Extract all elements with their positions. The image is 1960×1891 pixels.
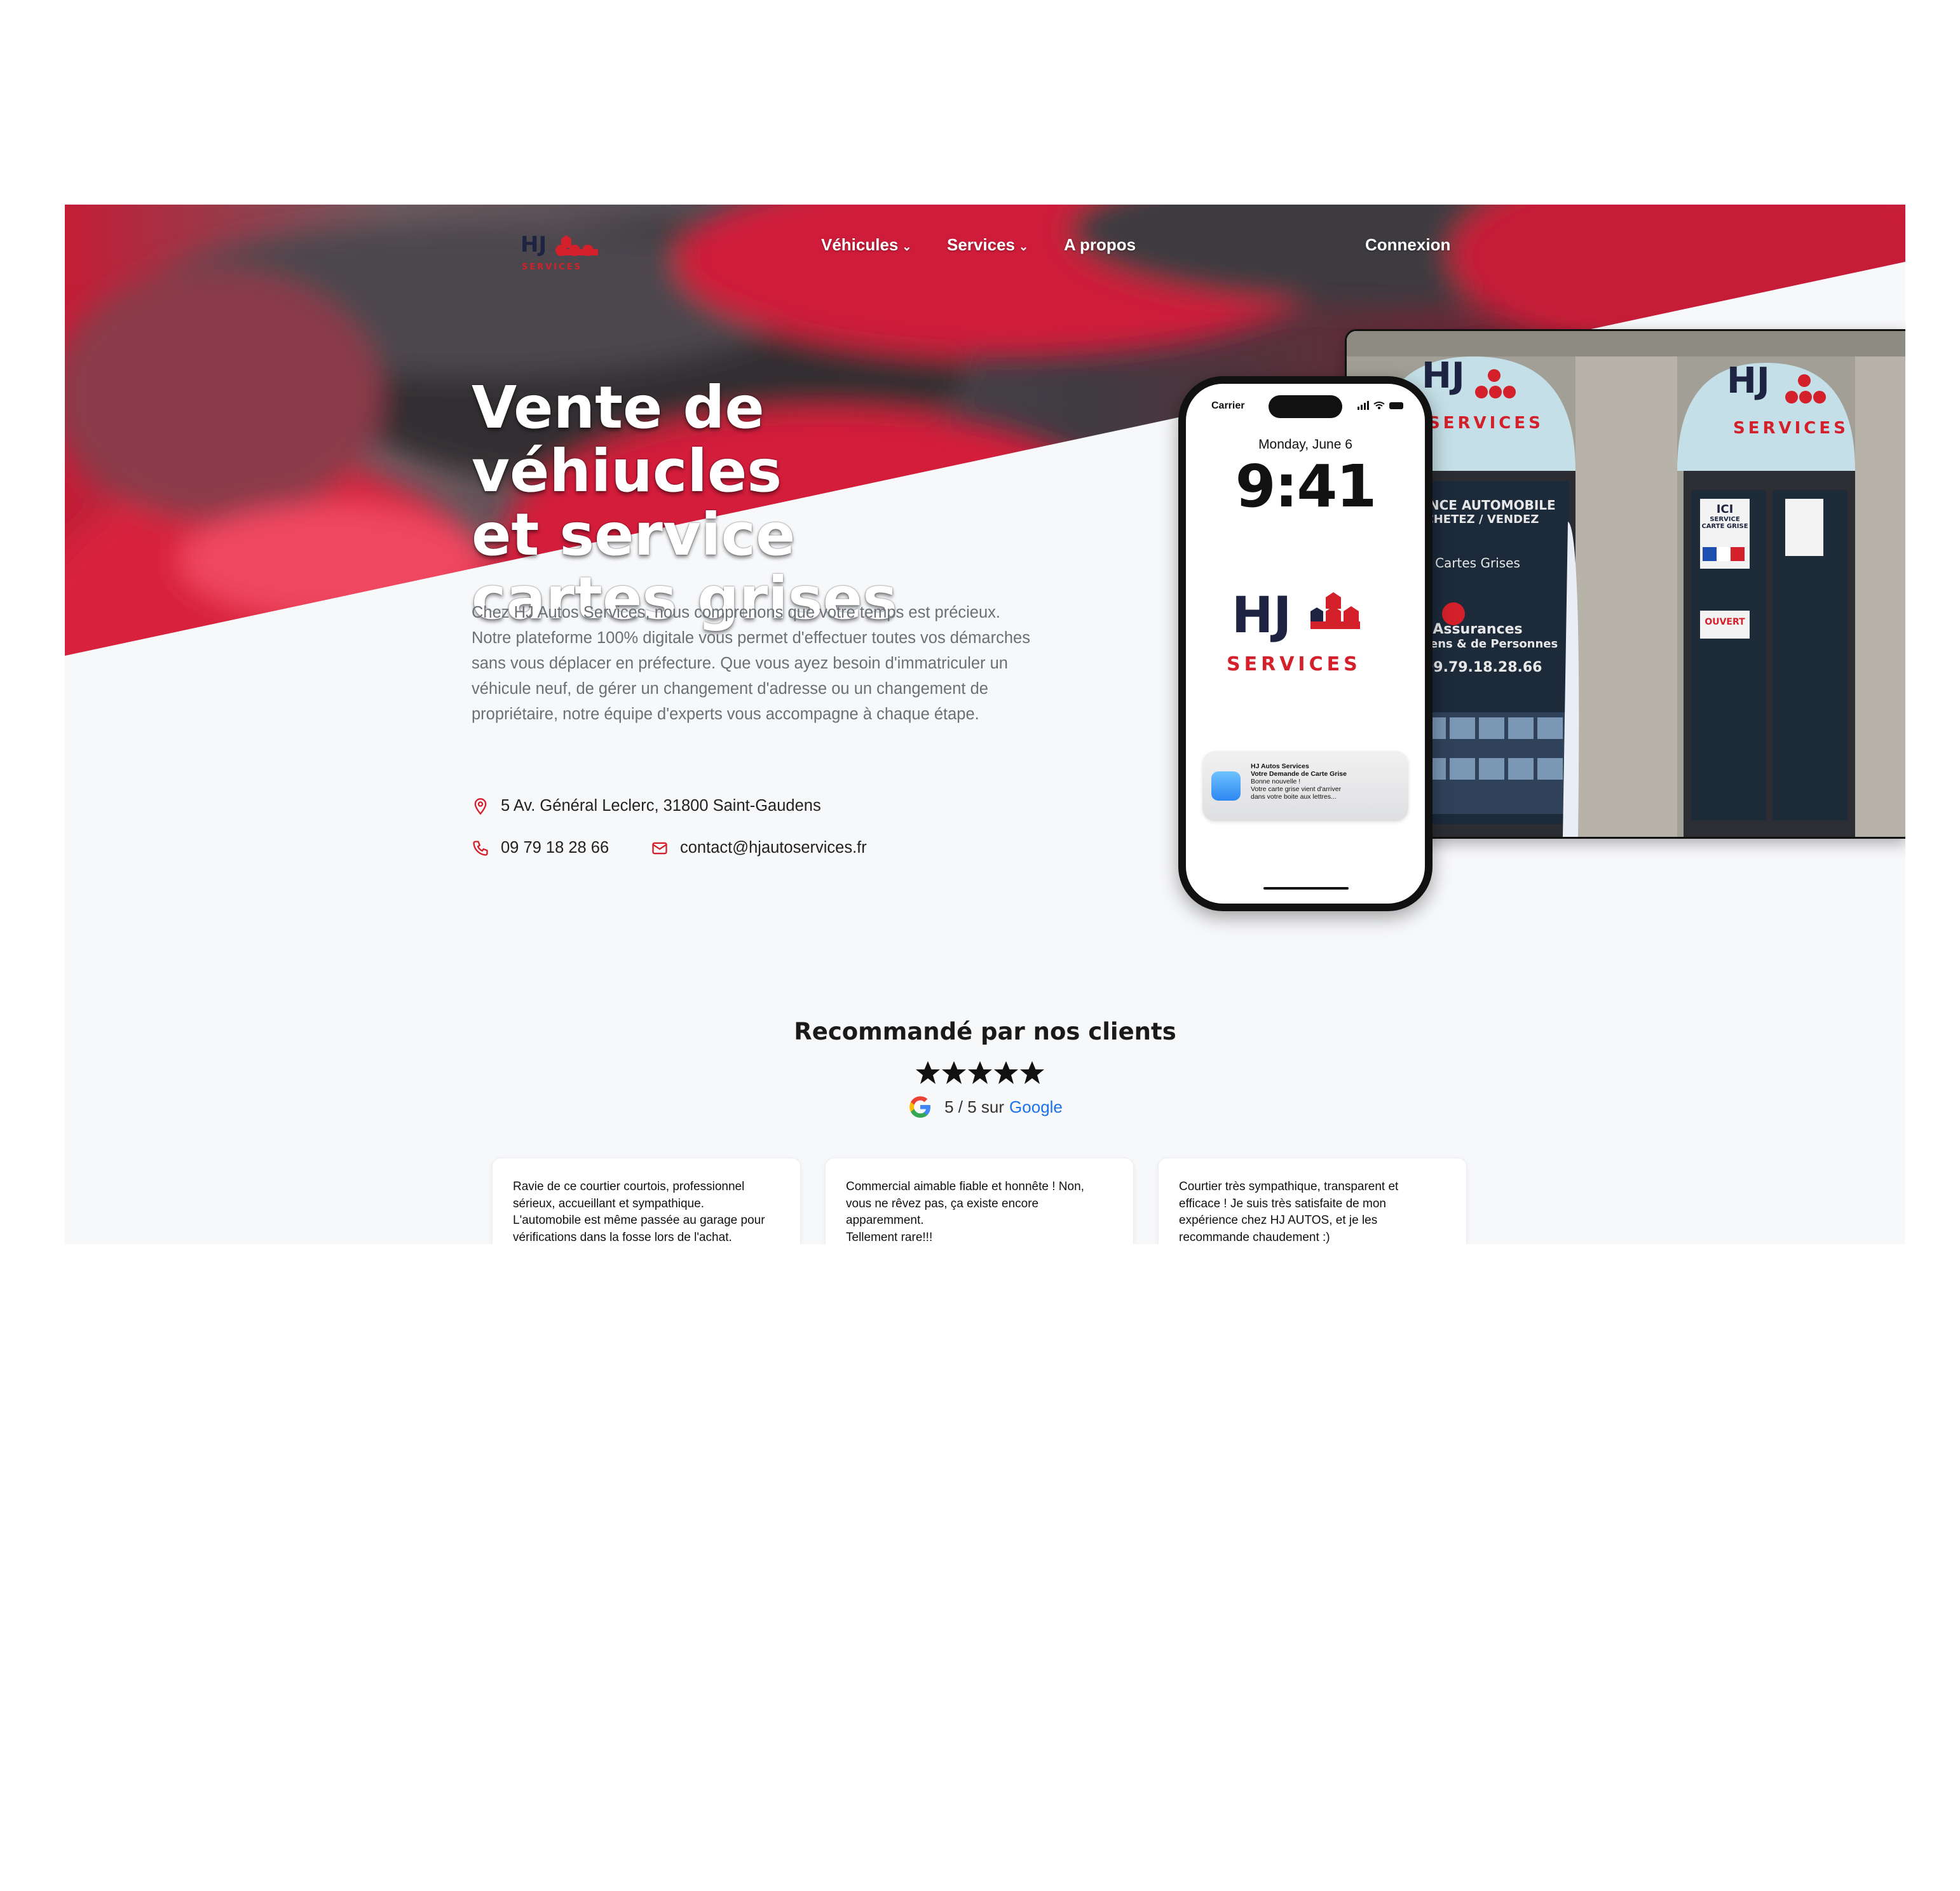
notification-line: dans votre boite aux lettres... [1251,793,1337,801]
nav-a-propos[interactable]: A propos [1064,235,1136,255]
star-icon [916,1061,940,1084]
svg-text:SERVICES: SERVICES [522,262,582,272]
review-text: Courtier très sympathique, transparent e… [1179,1180,1399,1244]
hero-title: Vente de véhiucles et service cartes gri… [472,376,1044,630]
rating-text: 5 / 5 sur [944,1097,1005,1116]
svg-text:HJ: HJ [521,232,547,257]
star-icon [994,1061,1018,1084]
google-icon [909,1096,931,1118]
lock-time: 9:41 [1235,452,1377,520]
status-bar-icons [1358,401,1403,410]
address-text: 5 Av. Général Leclerc, 31800 Saint-Gaude… [501,797,821,815]
door-line: ICI [1716,503,1734,516]
star-icons [916,1061,1044,1084]
phone-icon [473,840,488,856]
phone-text: 09 79 18 28 66 [501,839,609,857]
email-text: contact@hjautoservices.fr [680,839,867,857]
door-sign: ICI SERVICE CARTE GRISE [1700,503,1750,530]
door-open-sign: OUVERT [1705,617,1745,627]
notification-card[interactable]: HJ Autos Services Votre Demande de Carte… [1202,751,1408,821]
home-indicator [1263,887,1349,890]
carrier-label: Carrier [1211,400,1245,411]
google-link[interactable]: Google [1009,1097,1063,1117]
shop-sign-hj: HJ [1422,355,1465,396]
nav-a-propos-label: A propos [1064,235,1136,254]
shop-sign-services-2: SERVICES [1733,419,1849,438]
mail-app-icon [1211,771,1241,801]
hero-title-line: et service [472,501,796,569]
shop-sign-services: SERVICES [1428,414,1544,433]
login-label: Connexion [1365,235,1451,254]
notification-text: HJ Autos Services Votre Demande de Carte… [1251,762,1401,801]
logo-house-icons [1310,592,1360,629]
five-star-rating [916,1061,1044,1084]
email-row[interactable]: contact@hjautoservices.fr [651,839,867,857]
hero-description: Chez HJ Autos Services, nous comprenons … [472,604,1030,723]
phone-logo-initials: HJ [1232,587,1292,644]
review-card: Courtier très sympathique, transparent e… [1158,1158,1467,1244]
login-link[interactable]: Connexion [1365,235,1450,255]
star-icon [1020,1061,1044,1084]
nav-vehicules[interactable]: Véhicules ⌄ [821,235,912,255]
phone-row[interactable]: 09 79 18 28 66 [472,839,609,857]
star-icon [968,1061,992,1084]
door-line: SERVICE [1710,516,1740,523]
page-frame: HJ SERVICES Véhicules ⌄ Services ⌄ A propo… [65,205,1905,1244]
review-text: Ravie de ce courtier courtois, professio… [513,1180,765,1244]
notification-app: HJ Autos Services [1251,762,1309,770]
shop-sign-hj-2: HJ [1727,360,1770,402]
star-icon [942,1061,966,1084]
top-navbar: HJ SERVICES Véhicules ⌄ Services ⌄ A propo… [65,205,1905,287]
review-card: Commercial aimable fiable et honnête ! N… [825,1158,1134,1244]
review-card: Ravie de ce courtier courtois, professio… [492,1158,801,1244]
notification-title: Votre Demande de Carte Grise [1251,770,1347,778]
hj-services-logo[interactable]: HJ SERVICES [519,226,602,273]
chevron-down-icon: ⌄ [902,240,912,253]
door-line: CARTE GRISE [1701,523,1748,530]
google-rating: 5 / 5 sur Google [65,1094,1905,1120]
reviews-title: Recommandé par nos clients [794,1018,1176,1045]
phone-screen: Carrier Monday, June 6 9:41 HJ SERVICES … [1186,384,1425,904]
phone-hj-logo: HJ SERVICES [1224,587,1389,682]
phone-mockup: Carrier Monday, June 6 9:41 HJ SERVICES … [1178,376,1433,911]
notification-line: Votre carte grise vient d'arriver [1251,785,1342,793]
lock-date: Monday, June 6 [1258,437,1352,452]
nav-services[interactable]: Services ⌄ [947,235,1028,255]
chevron-down-icon: ⌄ [1018,240,1029,253]
phone-logo-word: SERVICES [1227,653,1361,675]
address-row: 5 Av. Général Leclerc, 31800 Saint-Gaude… [472,797,821,815]
nav-vehicules-label: Véhicules [821,235,899,254]
notification-line: Bonne nouvelle ! [1251,778,1301,785]
dynamic-island [1269,395,1342,418]
review-text: Commercial aimable fiable et honnête ! N… [846,1180,1084,1244]
mail-icon [652,842,667,854]
hero-title-line: Vente de véhiucles [472,374,782,505]
map-pin-icon [474,797,487,815]
nav-services-label: Services [947,235,1015,254]
